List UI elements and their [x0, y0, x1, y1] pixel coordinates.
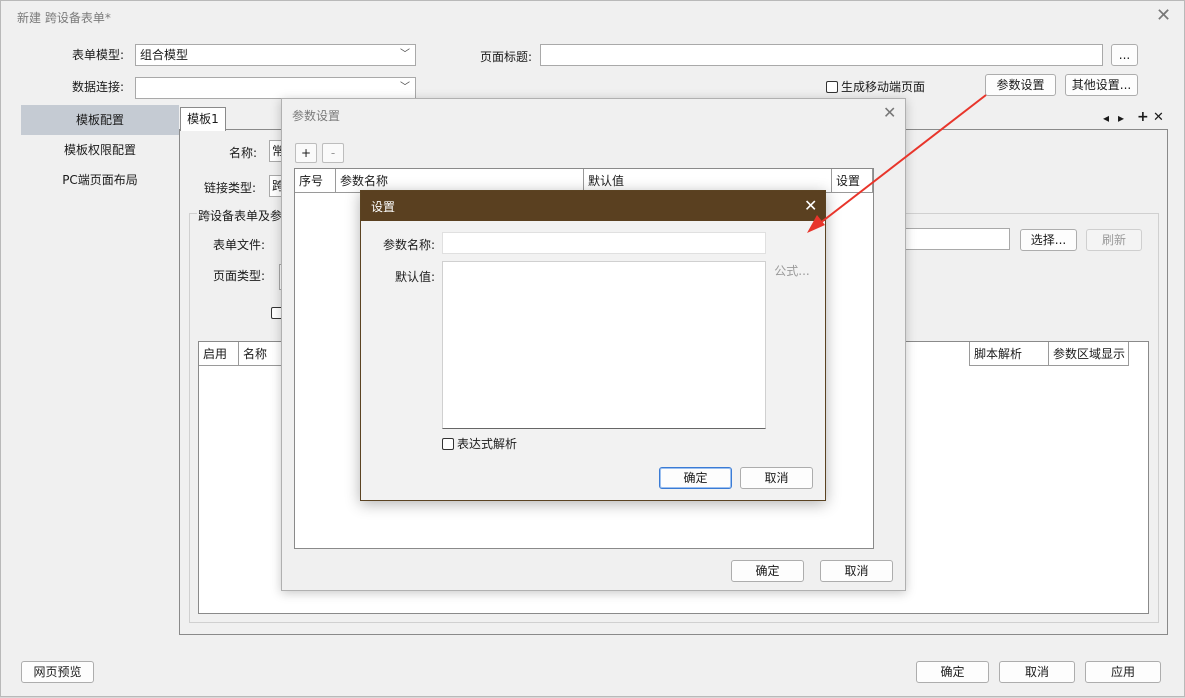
main-window: 新建 跨设备表单* ✕ 表单模型: 组合模型 ﹀ 数据连接: ﹀ 页面标题: .… [0, 0, 1185, 697]
annotation-arrow-line [814, 94, 987, 228]
annotation-arrow [807, 94, 987, 233]
annotation-arrow-head [807, 215, 825, 233]
